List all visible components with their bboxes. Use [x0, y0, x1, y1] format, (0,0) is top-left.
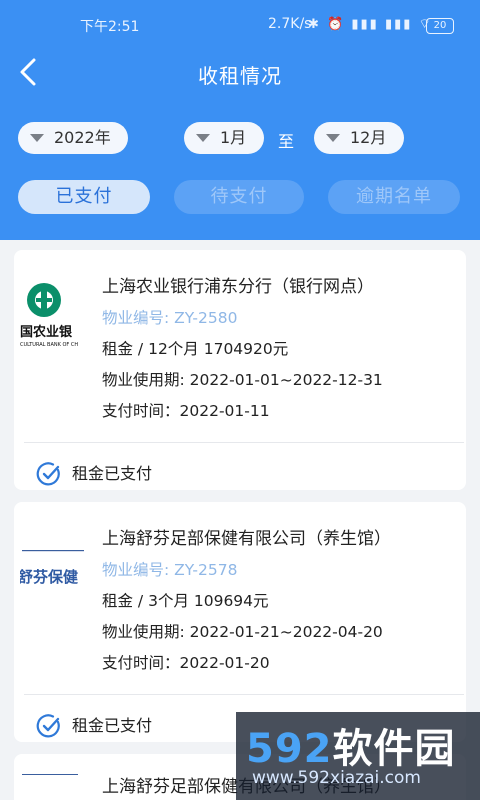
- app-header: 下午2:51 2.7K/s ✱ ⏰ ▮▮▮ ▮▮▮ ⌔ 20 收租情况 2022…: [0, 0, 480, 240]
- rent-amount: 租金 / 12个月 1704920元: [102, 340, 289, 358]
- year-value: 2022年: [54, 128, 111, 147]
- company-logo: 舒芬保健: [18, 530, 92, 602]
- status-bar: 下午2:51 2.7K/s ✱ ⏰ ▮▮▮ ▮▮▮ ⌔ 20: [0, 14, 480, 38]
- to-month-value: 12月: [350, 128, 387, 147]
- company-name: 上海农业银行浦东分行（银行网点）: [102, 277, 374, 297]
- company-name: 上海舒芬足部保健有限公司（养生馆）: [102, 529, 391, 549]
- year-select[interactable]: 2022年: [18, 122, 128, 154]
- svg-text:舒芬保健: 舒芬保健: [20, 568, 78, 586]
- caret-down-icon: [326, 134, 340, 142]
- watermark-brand: 592软件园: [246, 726, 456, 772]
- tab-paid[interactable]: 已支付: [18, 180, 150, 214]
- card-info: 上海舒芬足部保健有限公司（养生馆） 物业编号: ZY-2578 租金 / 3个月…: [102, 524, 462, 679]
- card-divider: [24, 694, 464, 695]
- company-logo: [22, 774, 78, 776]
- property-code: 物业编号: ZY-2580: [102, 309, 238, 327]
- usage-period: 物业使用期: 2022-01-01~2022-12-31: [102, 371, 383, 389]
- status-text: 租金已支付: [72, 716, 153, 735]
- svg-text:CULTURAL BANK OF CH: CULTURAL BANK OF CH: [20, 342, 78, 348]
- from-month-value: 1月: [220, 128, 247, 147]
- rent-card[interactable]: 舒芬保健 上海舒芬足部保健有限公司（养生馆） 物业编号: ZY-2578 租金 …: [14, 502, 466, 742]
- abc-logo-icon: 国农业银 CULTURAL BANK OF CH: [20, 283, 78, 348]
- caret-down-icon: [196, 134, 210, 142]
- battery-icon: 20: [426, 18, 454, 34]
- page-title: 收租情况: [198, 64, 282, 88]
- rent-amount: 租金 / 3个月 109694元: [102, 592, 269, 610]
- card-info: 上海农业银行浦东分行（银行网点） 物业编号: ZY-2580 租金 / 12个月…: [102, 272, 462, 427]
- card-divider: [24, 442, 464, 443]
- range-separator: 至: [278, 132, 295, 151]
- status-time: 下午2:51: [80, 19, 140, 35]
- watermark-url: www.592xiazai.com: [252, 768, 421, 788]
- tab-pending[interactable]: 待支付: [174, 180, 304, 214]
- rent-card[interactable]: 国农业银 CULTURAL BANK OF CH 上海农业银行浦东分行（银行网点…: [14, 250, 466, 490]
- bank-logo: 国农业银 CULTURAL BANK OF CH: [20, 278, 92, 350]
- to-month-select[interactable]: 12月: [314, 122, 404, 154]
- payment-time: 支付时间：2022-01-11: [102, 402, 270, 420]
- check-circle-icon: [36, 714, 60, 738]
- watermark: 592软件园 www.592xiazai.com: [236, 712, 480, 800]
- check-circle-icon: [36, 462, 60, 486]
- signal-icons: ✱ ⏰ ▮▮▮ ▮▮▮ ⌔: [308, 17, 433, 32]
- payment-time: 支付时间：2022-01-20: [102, 654, 270, 672]
- from-month-select[interactable]: 1月: [184, 122, 264, 154]
- network-speed: 2.7K/s: [268, 16, 312, 32]
- status-text: 租金已支付: [72, 464, 153, 483]
- shufen-logo-icon: 舒芬保健: [18, 550, 84, 586]
- caret-down-icon: [30, 134, 44, 142]
- property-code: 物业编号: ZY-2578: [102, 561, 238, 579]
- usage-period: 物业使用期: 2022-01-21~2022-04-20: [102, 623, 383, 641]
- svg-text:国农业银: 国农业银: [20, 324, 73, 340]
- tab-overdue[interactable]: 逾期名单: [328, 180, 460, 214]
